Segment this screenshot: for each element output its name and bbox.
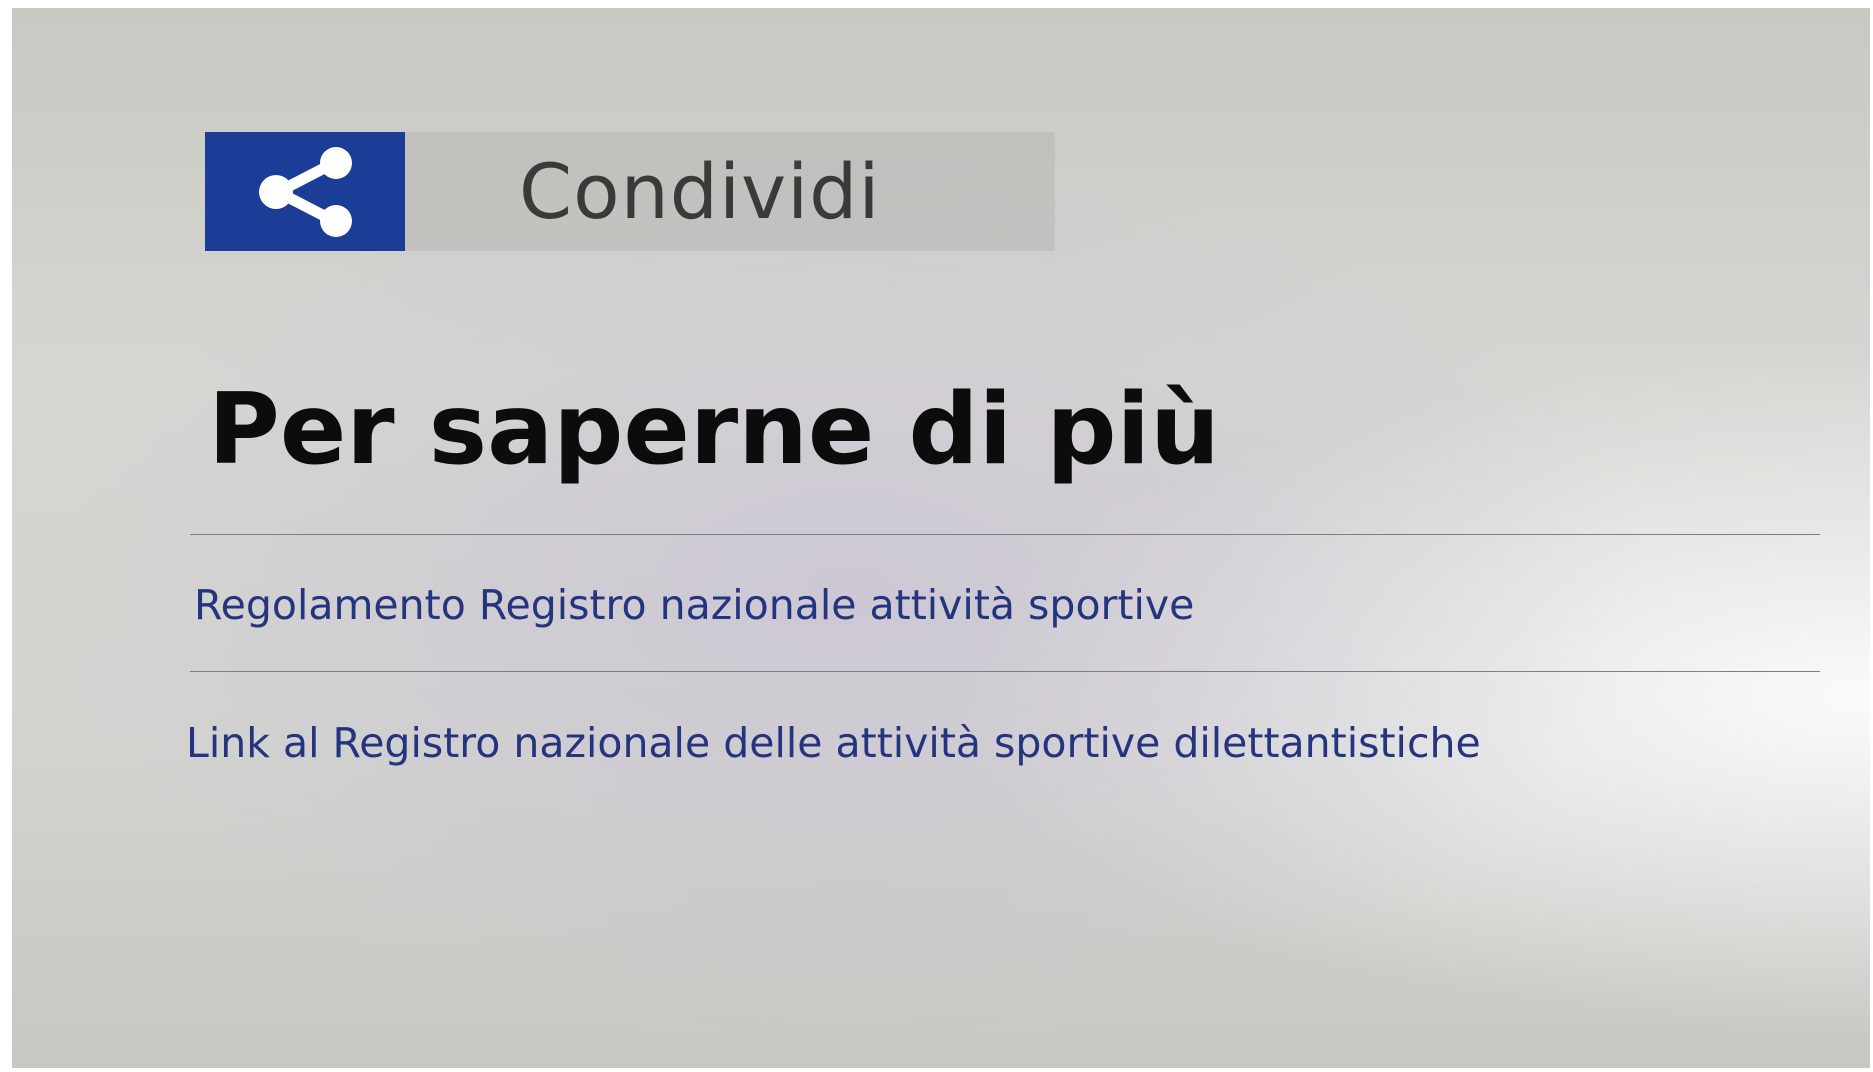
screen: Condividi Per saperne di più Regolamento… (12, 8, 1870, 1068)
link-registro-nazionale[interactable]: Link al Registro nazionale delle attivit… (186, 719, 1481, 767)
share-icon (259, 146, 352, 237)
link-regolamento-registro[interactable]: Regolamento Registro nazionale attività … (194, 581, 1194, 629)
share-icon-box (205, 132, 405, 251)
section-title: Per saperne di più (208, 373, 1220, 487)
share-label: Condividi (519, 147, 881, 236)
divider (190, 534, 1820, 535)
divider (190, 671, 1820, 672)
share-button[interactable]: Condividi (205, 132, 1055, 251)
